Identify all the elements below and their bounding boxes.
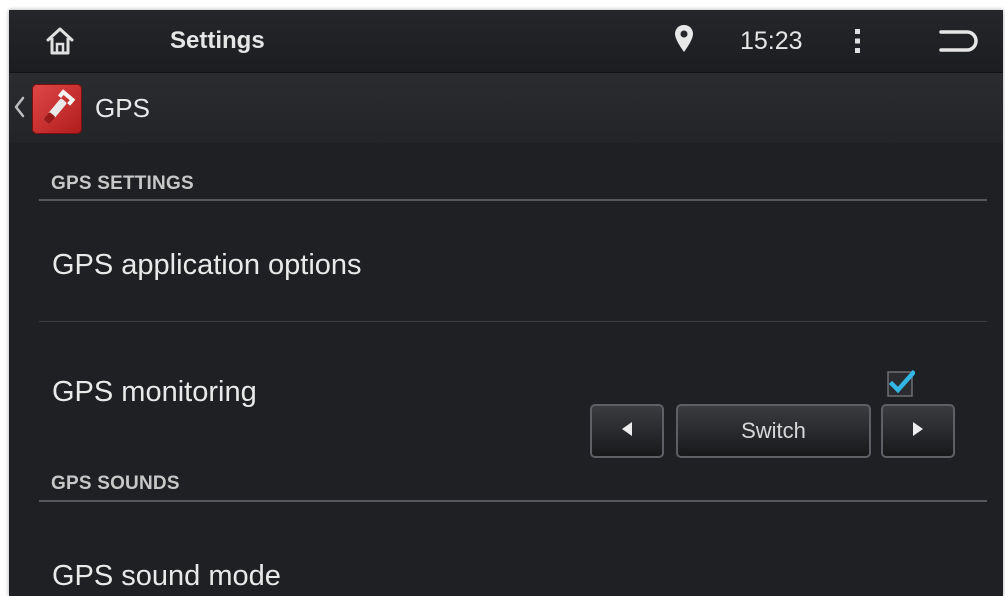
- pref-title: GPS sound mode: [52, 560, 281, 592]
- up-chevron-icon[interactable]: [12, 95, 26, 119]
- pref-title: GPS application options: [52, 249, 362, 281]
- action-bar-title: GPS: [95, 93, 150, 123]
- status-bar-title: Settings: [170, 27, 265, 54]
- device-screen: Settings 15:23 GPS GPS SETTINGS GPS appl…: [9, 10, 1003, 596]
- arrow-right-icon: [910, 420, 926, 443]
- pref-item-gps-application-options[interactable]: GPS application options: [9, 201, 1003, 321]
- status-bar: Settings 15:23: [9, 10, 1003, 73]
- gps-monitoring-checkbox[interactable]: [887, 369, 917, 397]
- switch-button-label: Switch: [741, 418, 806, 443]
- clock-time: 15:23: [740, 27, 803, 55]
- arrow-left-icon: [619, 420, 635, 443]
- section-header-gps-sounds: GPS SOUNDS: [51, 473, 180, 494]
- item-divider: [39, 321, 987, 322]
- settings-list: GPS SETTINGS GPS application options GPS…: [9, 143, 1003, 596]
- sound-mode-prev-button[interactable]: [590, 404, 664, 458]
- sound-mode-next-button[interactable]: [881, 404, 955, 458]
- home-icon[interactable]: [43, 24, 77, 58]
- section-header-gps-settings: GPS SETTINGS: [51, 173, 194, 194]
- pref-title: GPS monitoring: [52, 376, 257, 408]
- overflow-menu-icon[interactable]: [851, 26, 863, 56]
- section-divider: [39, 500, 987, 502]
- action-bar[interactable]: GPS: [9, 73, 1003, 143]
- settings-wrench-icon: [32, 84, 82, 134]
- back-icon[interactable]: [933, 26, 979, 56]
- sound-mode-switch-button[interactable]: Switch: [676, 404, 871, 458]
- location-pin-icon: [674, 24, 694, 54]
